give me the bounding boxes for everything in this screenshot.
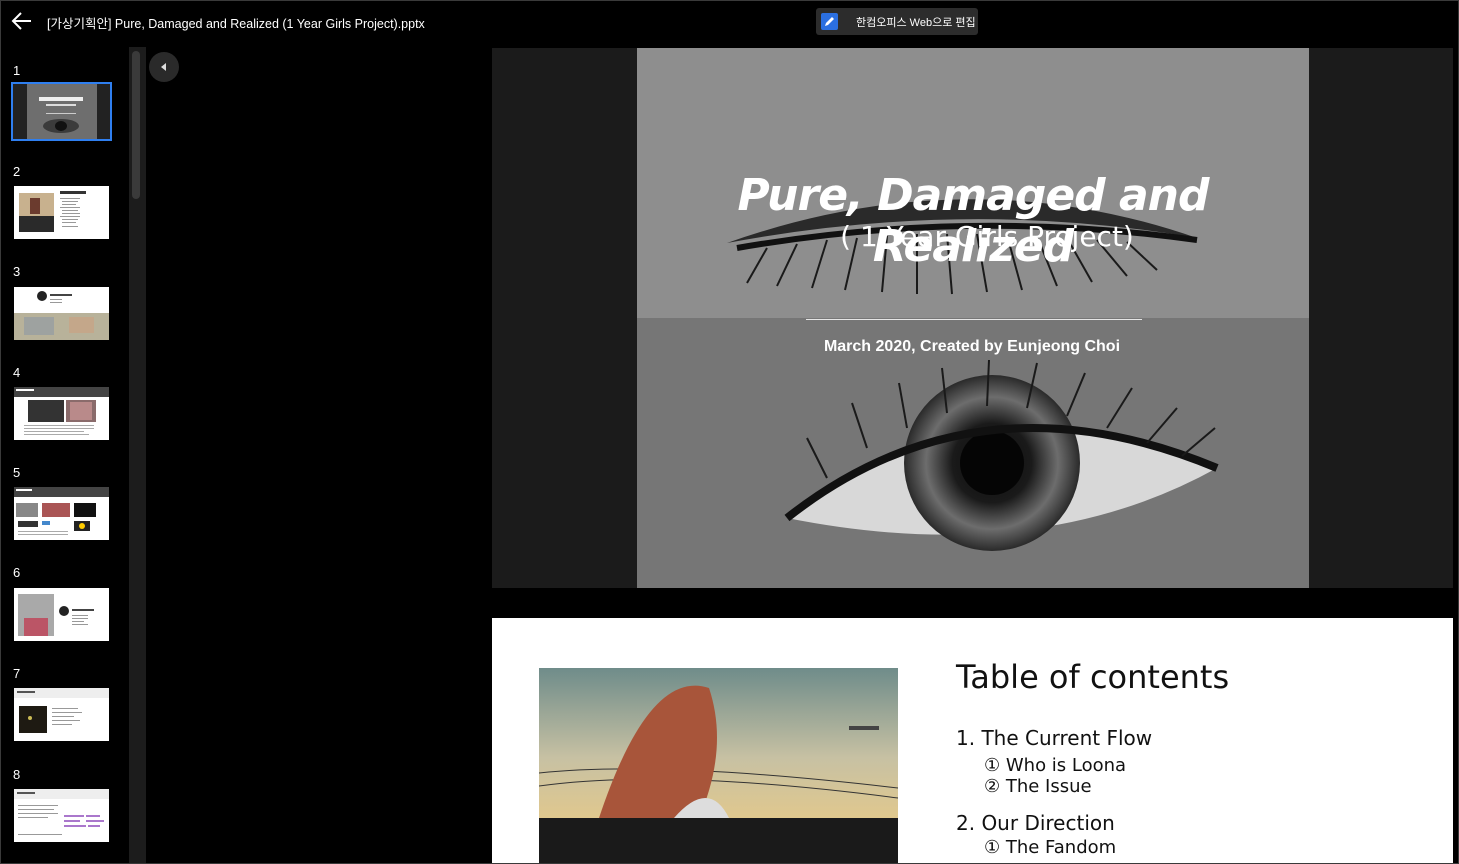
thumbnail-number: 1 bbox=[13, 63, 21, 78]
scrollbar-thumb[interactable] bbox=[132, 51, 140, 199]
slide-thumbnail-5[interactable] bbox=[14, 487, 109, 540]
eyes-photo: Pure, Damaged and Realized ( 1 Year Girl… bbox=[637, 48, 1309, 588]
thumbnail-number: 5 bbox=[13, 465, 21, 480]
toc-subitem: ② The Issue bbox=[984, 776, 1092, 797]
top-bar: [가상기획안] Pure, Damaged and Realized (1 Ye… bbox=[1, 1, 1458, 41]
thumbnail-number: 2 bbox=[13, 164, 21, 179]
thumbnail-number: 8 bbox=[13, 767, 21, 782]
slide-credit: March 2020, Created by Eunjeong Choi bbox=[823, 338, 1121, 355]
girl-sunset-photo bbox=[539, 668, 898, 863]
slide-thumbnail-1[interactable] bbox=[11, 82, 112, 141]
slide-thumbnail-6[interactable] bbox=[14, 588, 109, 641]
chevron-left-icon bbox=[161, 63, 166, 71]
document-title: [가상기획안] Pure, Damaged and Realized (1 Ye… bbox=[47, 17, 425, 31]
thumbnail-number: 3 bbox=[13, 264, 21, 279]
edit-button-label: 한컴오피스 Web으로 편집 bbox=[856, 17, 976, 29]
edit-in-hancom-button[interactable]: 한컴오피스 Web으로 편집 bbox=[816, 8, 978, 35]
divider-line bbox=[806, 319, 1142, 320]
slide-thumbnail-panel: 1 2 3 4 5 6 7 8 bbox=[1, 47, 129, 863]
thumbnail-number: 4 bbox=[13, 365, 21, 380]
toc-subitem: ① Who is Loona bbox=[984, 755, 1127, 776]
thumbnail-number: 7 bbox=[13, 666, 21, 681]
slide-1: Pure, Damaged and Realized ( 1 Year Girl… bbox=[492, 48, 1453, 588]
thumbnail-scrollbar[interactable] bbox=[129, 47, 146, 863]
thumbnail-number: 6 bbox=[13, 565, 21, 580]
slide-thumbnail-2[interactable] bbox=[14, 186, 109, 239]
collapse-panel-button[interactable] bbox=[149, 52, 179, 82]
slide-2: Table of contents 1. The Current Flow ① … bbox=[492, 618, 1453, 863]
viewer-window: [가상기획안] Pure, Damaged and Realized (1 Ye… bbox=[0, 0, 1459, 864]
slide-thumbnail-7[interactable] bbox=[14, 688, 109, 741]
slide-subtitle: ( 1 Year Girls Project) bbox=[840, 220, 1134, 253]
toc-heading: 2. Our Direction bbox=[956, 811, 1115, 835]
slide-thumbnail-8[interactable] bbox=[14, 789, 109, 842]
toc-heading: 1. The Current Flow bbox=[956, 726, 1153, 750]
back-arrow-icon[interactable] bbox=[11, 10, 33, 32]
toc-subitem: ① The Fandom bbox=[984, 837, 1117, 858]
slide-thumbnail-3[interactable] bbox=[14, 287, 109, 340]
slide-thumbnail-4[interactable] bbox=[14, 387, 109, 440]
toc-title: Table of contents bbox=[956, 658, 1230, 696]
pencil-icon bbox=[821, 13, 838, 30]
